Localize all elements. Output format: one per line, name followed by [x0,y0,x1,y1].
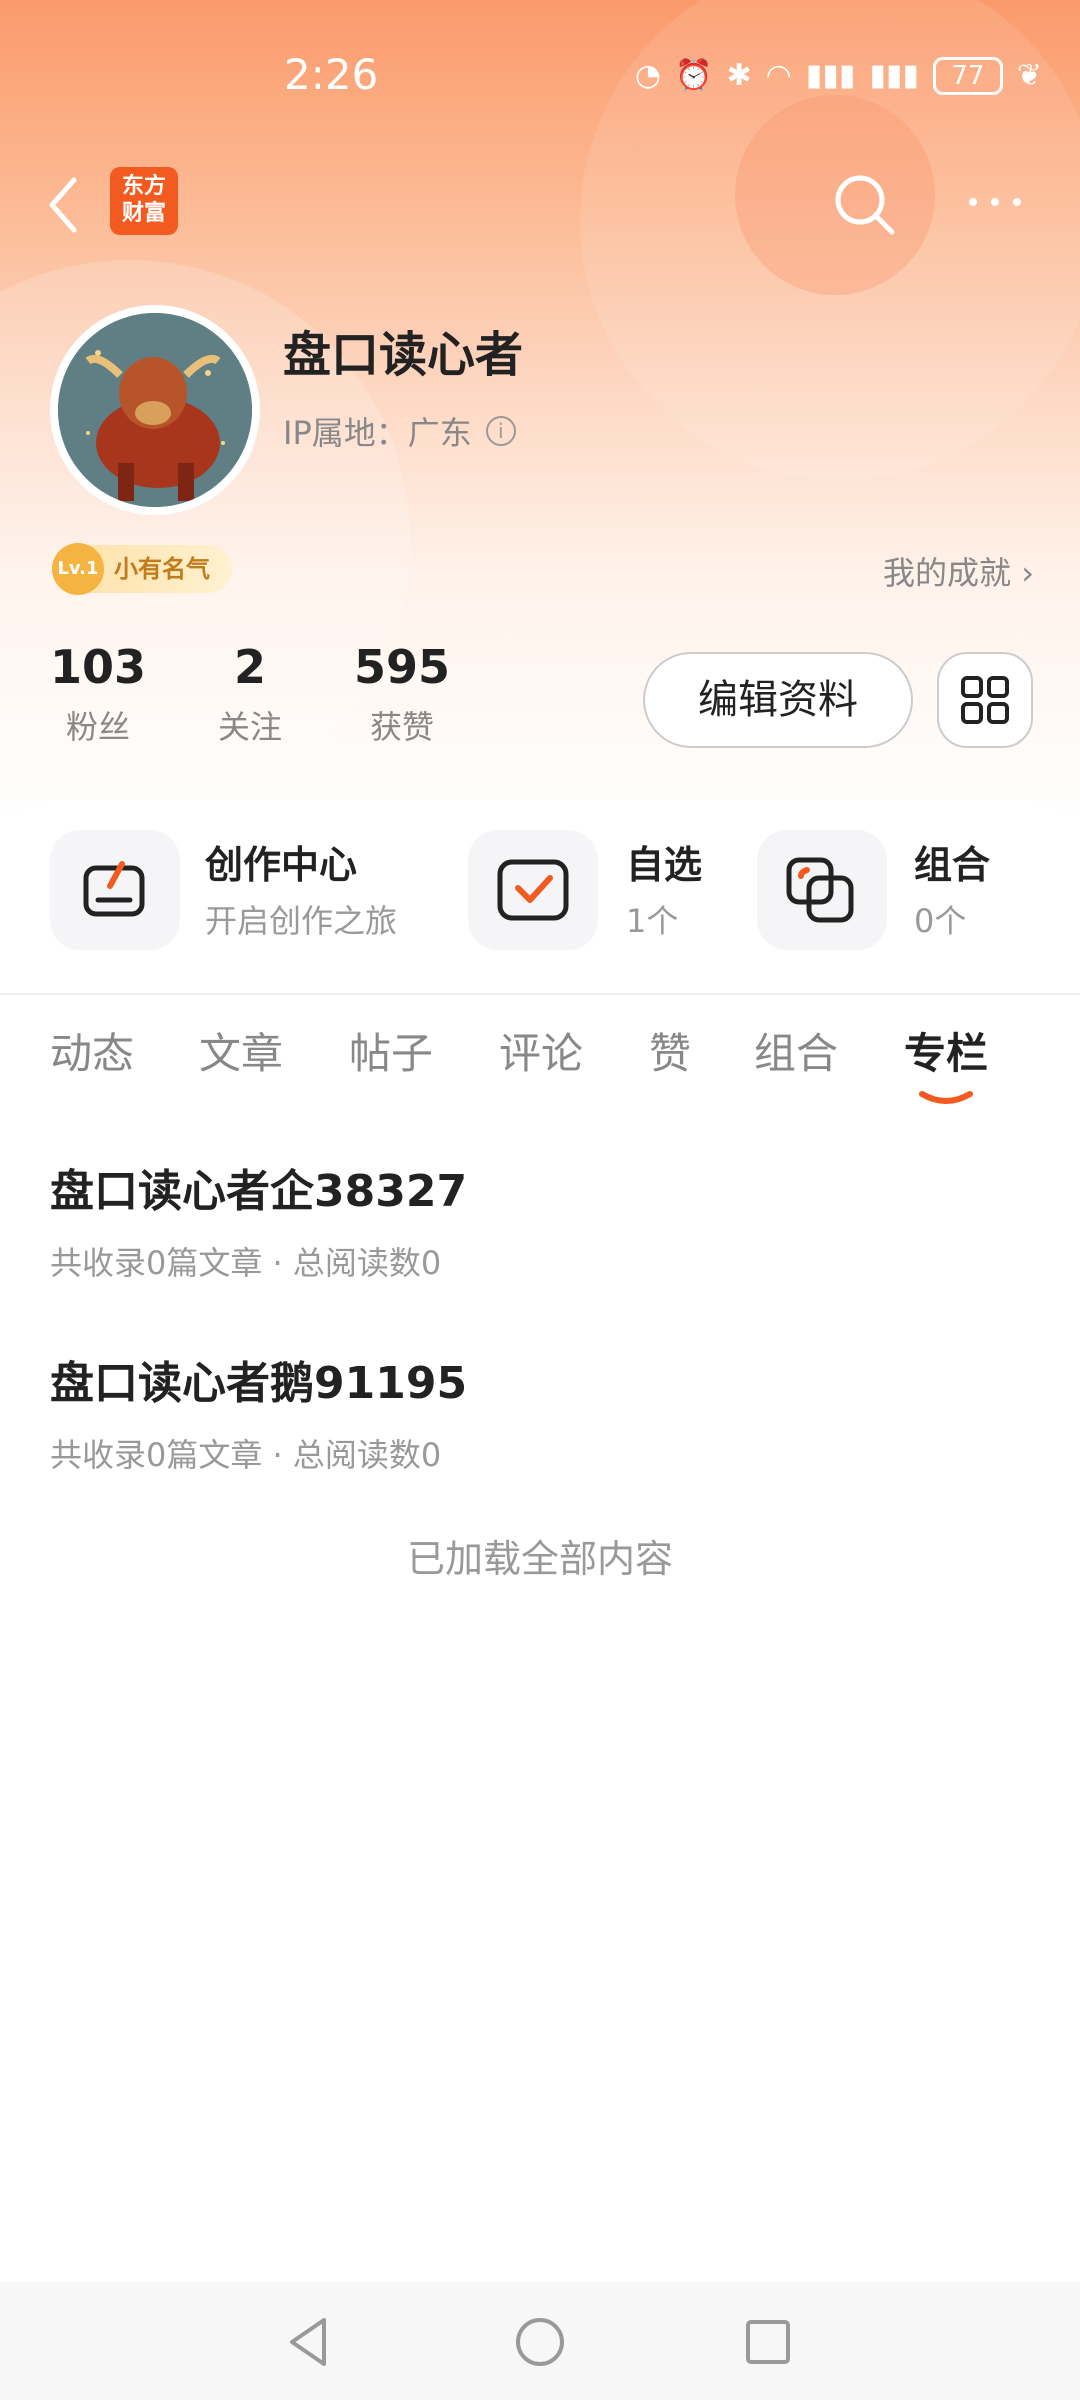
logo-line-1: 东方 [121,174,166,199]
column-item-title[interactable]: 盘口读心者鹅91195 [50,1347,467,1411]
level-icon: Lv.1 [52,543,104,595]
level-badge[interactable]: Lv.1 小有名气 [52,543,232,595]
nav-recents-icon[interactable] [738,2312,798,2372]
tile-title: 组合 [914,843,991,887]
status-bar: 2:26 ◔ ⏰ ✱ ◠ ▮▮▮ ▮▮▮ 77 ❦ [0,0,1080,160]
column-item-meta: 共收录0篇文章 · 总阅读数0 [50,1244,442,1282]
status-time: 2:26 [284,50,379,99]
ip-location-row: IP属地： 广东 i [283,408,516,454]
stat-label: 粉丝 [66,708,131,746]
creation-center-tile[interactable] [50,830,180,950]
tab-activity[interactable]: 动态 [50,1020,134,1081]
avatar[interactable] [50,305,260,515]
nav-back-icon[interactable] [280,2312,340,2372]
checkmark-icon [497,859,569,921]
achievement-label: 我的成就 [883,554,1012,592]
tile-subtitle: 开启创作之旅 [205,902,398,940]
more-button[interactable] [965,182,1025,222]
portfolio-tile[interactable] [757,830,887,950]
stat-value: 595 [354,640,451,694]
stat-followers[interactable]: 103 粉丝 [50,640,146,748]
nav-home-icon[interactable] [510,2312,570,2372]
chevron-right-icon: › [1021,554,1034,592]
ip-label: IP属地： [283,414,408,452]
stat-value: 103 [50,640,147,694]
watchlist-tile[interactable] [468,830,598,950]
qr-code-icon [961,676,1009,724]
edit-icon [83,861,145,917]
logo-line-2: 财富 [121,201,166,226]
back-button[interactable] [44,170,94,240]
wifi-icon: ◠ [765,58,792,93]
column-item-meta: 共收录0篇文章 · 总阅读数0 [50,1436,442,1474]
alarm-icon: ⏰ [675,58,713,93]
tile-title: 创作中心 [205,843,358,887]
divider [0,993,1080,995]
status-icons: ◔ ⏰ ✱ ◠ ▮▮▮ ▮▮▮ 77 ❦ [635,56,1042,96]
edit-profile-button[interactable]: 编辑资料 [643,652,913,748]
more-icon [969,198,1021,206]
signal-icon: ▮▮▮ [805,58,856,93]
bluetooth-icon: ✱ [726,58,752,93]
stats-row: 103 粉丝 2 关注 595 获赞 [50,640,522,748]
feature-tiles: 创作中心 开启创作之旅 自选 1个 组合 0个 [0,830,1080,970]
battery-indicator: 77 [932,57,1003,95]
back-arrow-icon [49,177,77,233]
system-navigation-bar [0,2282,1080,2400]
stat-value: 2 [234,640,267,694]
stat-label: 获赞 [370,708,435,746]
tab-posts[interactable]: 帖子 [349,1020,433,1081]
achievement-link[interactable]: 我的成就 › [883,548,1034,594]
search-button[interactable] [830,170,900,240]
search-icon [835,175,895,235]
tab-likes[interactable]: 赞 [649,1020,691,1081]
app-logo: 东方 财富 [110,167,178,235]
tile-subtitle: 0个 [914,902,967,940]
tile-subtitle: 1个 [626,902,679,940]
leaf-icon: ❦ [1016,58,1042,93]
user-name: 盘口读心者 [283,327,524,383]
stat-label: 关注 [218,708,283,746]
level-title: 小有名气 [114,555,210,583]
stat-likes[interactable]: 595 获赞 [354,640,450,748]
qr-code-button[interactable] [937,652,1033,748]
tab-columns[interactable]: 专栏 [904,1020,988,1081]
tile-title: 自选 [626,843,703,887]
tab-articles[interactable]: 文章 [199,1020,283,1081]
profile-page: 2:26 ◔ ⏰ ✱ ◠ ▮▮▮ ▮▮▮ 77 ❦ 东方 财富 盘口读心者 IP… [0,0,1080,2400]
info-icon[interactable]: i [485,416,516,446]
tab-portfolio[interactable]: 组合 [754,1020,838,1081]
active-tab-indicator [919,1091,973,1104]
signal-icon: ▮▮▮ [869,58,919,93]
tab-comments[interactable]: 评论 [499,1020,583,1081]
stat-following[interactable]: 2 关注 [218,640,282,748]
bull-avatar-image [58,313,252,507]
data-saver-icon: ◔ [634,58,662,93]
column-item-title[interactable]: 盘口读心者企38327 [50,1155,467,1219]
ip-location: 广东 [407,414,472,452]
end-of-list-text: 已加载全部内容 [406,1537,673,1581]
portfolio-icon [786,857,854,923]
